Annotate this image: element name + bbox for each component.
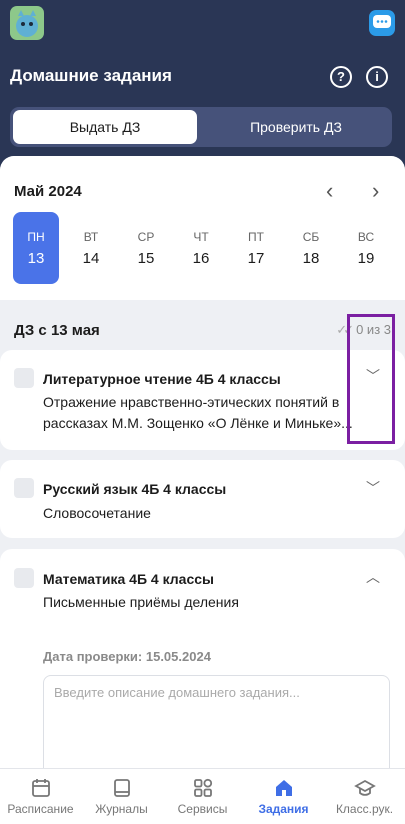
app-header: Домашние задания ? i Выдать ДЗ Проверить… — [0, 0, 405, 160]
day-saturday[interactable]: СБ 18 — [288, 212, 334, 284]
homework-checkbox[interactable] — [14, 478, 34, 498]
day-wednesday[interactable]: СР 15 — [123, 212, 169, 284]
tab-label: Журналы — [95, 802, 148, 816]
graduation-cap-icon — [353, 779, 376, 796]
chevron-down-icon[interactable]: ﹀ — [366, 478, 380, 498]
day-tuesday[interactable]: ВТ 14 — [68, 212, 114, 284]
day-name: ПТ — [248, 230, 264, 244]
day-date: 17 — [247, 250, 265, 267]
tab-journals[interactable]: Журналы — [81, 769, 162, 824]
month-label: Май 2024 — [14, 183, 82, 200]
homework-checkbox[interactable] — [14, 368, 34, 388]
day-name: СБ — [302, 230, 320, 244]
day-name: ЧТ — [193, 230, 209, 244]
avatar[interactable] — [10, 6, 44, 40]
homework-checkbox[interactable] — [14, 568, 34, 588]
grid-icon — [193, 778, 212, 797]
homework-description: Словосочетание — [43, 505, 151, 521]
homework-description-input[interactable]: Введите описание домашнего задания... — [43, 675, 390, 768]
main-content: Май 2024 ‹ › ПН 13 ВТ 14 СР 15 ЧТ 16 ПТ … — [0, 156, 405, 768]
mode-switch: Выдать ДЗ Проверить ДЗ — [10, 107, 392, 147]
homework-card[interactable]: Литературное чтение 4Б 4 классы Отражени… — [0, 350, 405, 450]
day-friday[interactable]: ПТ 17 — [233, 212, 279, 284]
day-date: 16 — [192, 250, 210, 267]
day-date: 19 — [357, 250, 375, 267]
tab-check-homework[interactable]: Проверить ДЗ — [204, 110, 388, 144]
highlight-box — [347, 314, 395, 444]
section-title: ДЗ с 13 мая — [14, 322, 100, 339]
chevron-left-icon[interactable]: ‹ — [326, 178, 333, 204]
mascot-icon — [16, 10, 38, 37]
day-name: ПН — [27, 230, 45, 244]
day-date: 15 — [137, 250, 155, 267]
homework-card-expanded[interactable]: Математика 4Б 4 классы Письменные приёмы… — [0, 549, 405, 768]
tab-services[interactable]: Сервисы — [162, 769, 243, 824]
chat-icon — [373, 15, 391, 28]
info-icon[interactable]: i — [366, 66, 388, 88]
tab-assignments[interactable]: Задания — [243, 769, 324, 824]
tab-label: Задания — [258, 802, 309, 816]
chevron-up-icon[interactable]: ︿ — [366, 567, 380, 587]
tab-label: Класс.рук. — [335, 802, 394, 816]
page-title: Домашние задания — [10, 66, 172, 85]
tab-issue-homework[interactable]: Выдать ДЗ — [13, 110, 197, 144]
tab-label: Расписание — [7, 802, 74, 816]
tab-schedule[interactable]: Расписание — [0, 769, 81, 824]
day-name: ВТ — [83, 230, 99, 244]
day-date: 14 — [82, 250, 100, 267]
homework-subject: Русский язык 4Б 4 классы — [43, 481, 227, 497]
due-date: Дата проверки: 15.05.2024 — [43, 649, 211, 664]
day-date: 13 — [27, 250, 45, 267]
homework-description: Письменные приёмы деления — [43, 594, 239, 610]
day-name: СР — [137, 230, 155, 244]
day-monday[interactable]: ПН 13 — [13, 212, 59, 284]
day-date: 18 — [302, 250, 320, 267]
bottom-navigation: Расписание Журналы Сервисы Задания Класс… — [0, 768, 405, 824]
homework-card[interactable]: Русский язык 4Б 4 классы Словосочетание … — [0, 460, 405, 538]
tab-label: Сервисы — [177, 802, 228, 816]
chevron-right-icon[interactable]: › — [372, 178, 379, 204]
homework-subject: Литературное чтение 4Б 4 классы — [43, 371, 281, 387]
question-icon[interactable]: ? — [330, 66, 352, 88]
day-name: ВС — [357, 230, 375, 244]
calendar-icon — [31, 779, 50, 797]
homework-description: Отражение нравственно-этических понятий … — [43, 394, 353, 431]
day-sunday[interactable]: ВС 19 — [343, 212, 389, 284]
chat-button[interactable] — [369, 10, 395, 36]
week-calendar: Май 2024 ‹ › ПН 13 ВТ 14 СР 15 ЧТ 16 ПТ … — [0, 156, 405, 300]
homework-subject: Математика 4Б 4 классы — [43, 571, 214, 587]
tab-class-teacher[interactable]: Класс.рук. — [324, 769, 405, 824]
book-icon — [113, 779, 130, 797]
day-thursday[interactable]: ЧТ 16 — [178, 212, 224, 284]
home-icon — [275, 780, 292, 796]
